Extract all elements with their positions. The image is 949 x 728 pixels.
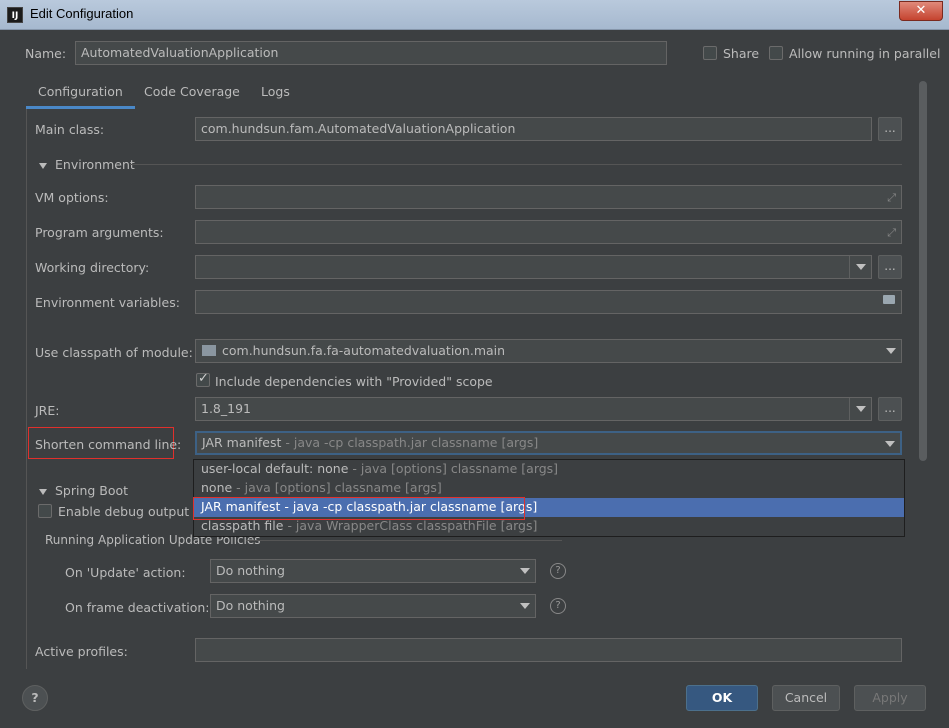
collapse-triangle-icon	[39, 488, 47, 495]
window-title: Edit Configuration	[30, 6, 134, 21]
cancel-button[interactable]: Cancel	[772, 685, 840, 711]
vertical-scrollbar[interactable]	[918, 79, 928, 669]
enable-debug-output-label: Enable debug output	[58, 504, 190, 519]
window-titlebar: IJ Edit Configuration ✕	[0, 0, 949, 30]
spring-boot-header-label: Spring Boot	[55, 483, 129, 498]
environment-header-label: Environment	[55, 157, 135, 172]
option-hint: - java [options] classname [args]	[232, 480, 442, 495]
main-class-label: Main class:	[35, 122, 105, 137]
jar-manifest-highlight	[193, 497, 525, 520]
expand-icon[interactable]: ⤢	[887, 226, 896, 240]
tab-logs[interactable]: Logs	[249, 75, 302, 109]
tab-bar: Configuration Code Coverage Logs	[26, 75, 926, 109]
on-frame-deactivation-value: Do nothing	[216, 598, 285, 613]
on-frame-deactivation-combo[interactable]: Do nothing	[210, 594, 536, 618]
include-provided-checkbox[interactable]	[196, 371, 210, 387]
classpath-module-value: com.hundsun.fa.fa-automatedvaluation.mai…	[222, 343, 506, 358]
chevron-down-icon[interactable]	[856, 406, 866, 412]
option-main: user-local default: none	[201, 461, 349, 476]
module-folder-icon	[202, 345, 216, 356]
question-icon[interactable]: ?	[550, 563, 566, 579]
intellij-app-icon: IJ	[7, 7, 23, 23]
spring-boot-section-header[interactable]: Spring Boot	[39, 483, 128, 498]
chevron-down-icon[interactable]	[520, 603, 530, 609]
chevron-down-icon[interactable]	[856, 264, 866, 270]
jre-label: JRE:	[35, 403, 60, 418]
allow-parallel-checkbox[interactable]	[769, 46, 783, 60]
dropdown-option-user-local-default[interactable]: user-local default: none - java [options…	[194, 460, 904, 479]
dropdown-option-none[interactable]: none - java [options] classname [args]	[194, 479, 904, 498]
allow-parallel-label: Allow running in parallel	[789, 46, 941, 61]
tab-configuration[interactable]: Configuration	[26, 75, 135, 109]
active-profiles-label: Active profiles:	[35, 644, 128, 659]
share-label: Share	[723, 46, 760, 61]
main-class-browse-button[interactable]: ...	[878, 117, 902, 141]
environment-variables-input[interactable]	[195, 290, 902, 314]
classpath-module-combo[interactable]: com.hundsun.fa.fa-automatedvaluation.mai…	[195, 339, 902, 363]
chevron-down-icon[interactable]	[520, 568, 530, 574]
vm-options-label: VM options:	[35, 190, 109, 205]
main-class-input[interactable]: com.hundsun.fam.AutomatedValuationApplic…	[195, 117, 872, 141]
jre-value: 1.8_191	[201, 401, 251, 416]
option-hint: - java [options] classname [args]	[348, 461, 559, 476]
ok-button[interactable]: OK	[686, 685, 758, 711]
window-close-button[interactable]: ✕	[899, 1, 943, 21]
tab-code-coverage[interactable]: Code Coverage	[132, 75, 252, 109]
environment-divider	[130, 164, 902, 165]
environment-variables-label: Environment variables:	[35, 295, 180, 310]
program-arguments-input[interactable]: ⤢	[195, 220, 902, 244]
chevron-down-icon[interactable]	[886, 348, 896, 354]
working-directory-label: Working directory:	[35, 260, 150, 275]
option-main: classpath file	[201, 518, 284, 533]
update-policies-divider	[246, 540, 562, 541]
name-label: Name:	[25, 46, 67, 61]
working-directory-combo[interactable]	[195, 255, 872, 279]
expand-icon[interactable]: ⤢	[887, 191, 896, 205]
working-directory-browse-button[interactable]: ...	[878, 255, 902, 279]
option-hint: - java WrapperClass classpathFile [args]	[283, 518, 538, 533]
environment-section-header[interactable]: Environment	[39, 157, 135, 172]
enable-debug-output-checkbox[interactable]	[38, 504, 52, 518]
jre-browse-button[interactable]: ...	[878, 397, 902, 421]
shorten-command-line-combo[interactable]: JAR manifest - java -cp classpath.jar cl…	[195, 431, 902, 455]
on-update-label: On 'Update' action:	[65, 565, 186, 580]
shorten-command-line-label: Shorten command line:	[35, 437, 182, 452]
on-frame-deactivation-label: On frame deactivation:	[65, 600, 210, 615]
collapse-triangle-icon	[39, 162, 47, 169]
on-update-value: Do nothing	[216, 563, 285, 578]
name-input[interactable]: AutomatedValuationApplication	[75, 41, 667, 65]
shorten-selected-main: JAR manifest	[202, 435, 282, 450]
on-update-combo[interactable]: Do nothing	[210, 559, 536, 583]
edit-configuration-dialog: Name: AutomatedValuationApplication Shar…	[6, 31, 943, 722]
question-icon[interactable]: ?	[550, 598, 566, 614]
shorten-selected-hint: - java -cp classpath.jar classname [args…	[281, 435, 539, 450]
scrollbar-thumb[interactable]	[919, 81, 927, 461]
share-checkbox[interactable]	[703, 46, 717, 60]
apply-button[interactable]: Apply	[854, 685, 926, 711]
include-provided-label: Include dependencies with "Provided" sco…	[215, 374, 493, 389]
jre-combo[interactable]: 1.8_191	[195, 397, 872, 421]
active-profiles-input[interactable]	[195, 638, 902, 662]
folder-icon[interactable]	[883, 295, 895, 304]
option-main: none	[201, 480, 233, 495]
vm-options-input[interactable]: ⤢	[195, 185, 902, 209]
chevron-down-icon[interactable]	[885, 441, 895, 447]
classpath-module-label: Use classpath of module:	[35, 345, 193, 360]
program-arguments-label: Program arguments:	[35, 225, 164, 240]
help-button[interactable]: ?	[22, 685, 48, 711]
